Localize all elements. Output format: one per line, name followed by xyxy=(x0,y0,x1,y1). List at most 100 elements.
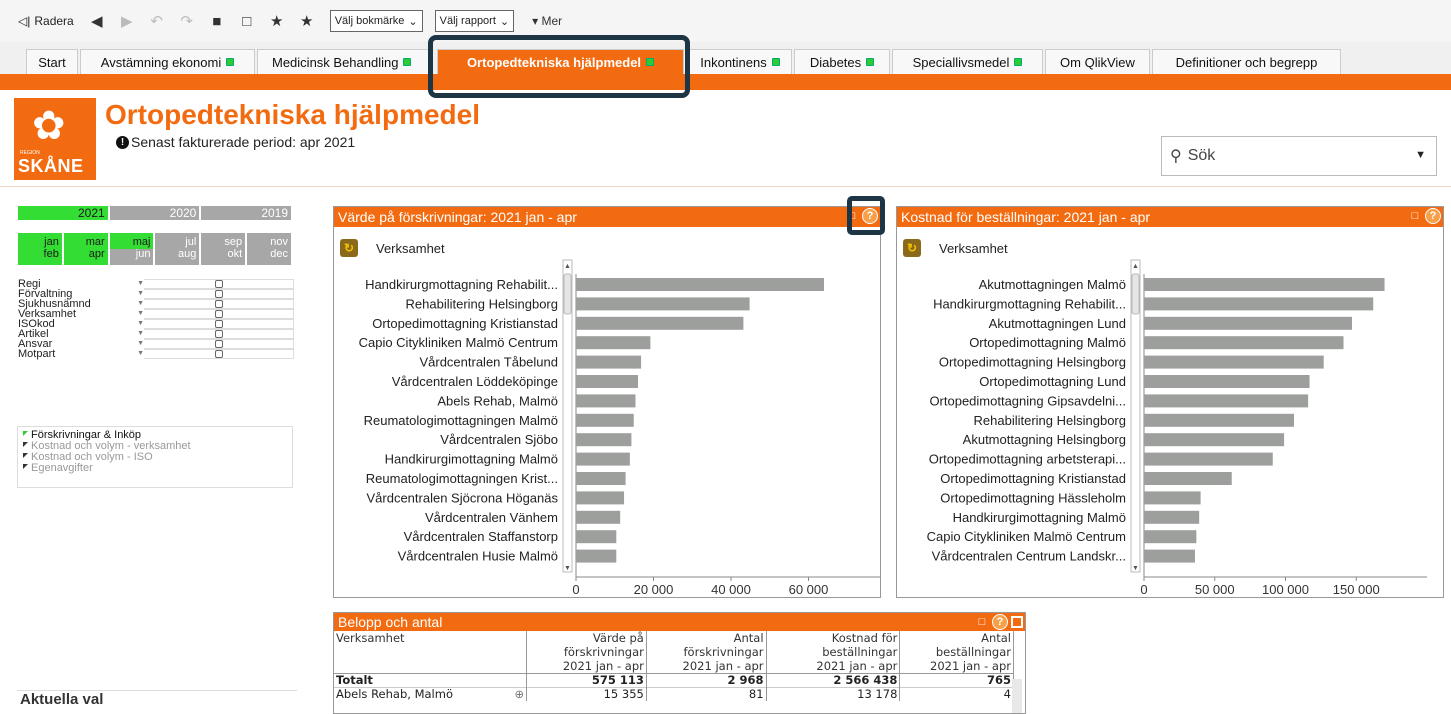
redo-icon[interactable]: ↷ xyxy=(176,10,198,32)
expand-icon[interactable]: ⊕ xyxy=(515,688,525,701)
bar[interactable] xyxy=(576,530,617,544)
bar[interactable] xyxy=(576,433,632,447)
bar[interactable] xyxy=(1144,413,1294,427)
dropdown-icon[interactable]: ▼ xyxy=(137,349,144,359)
year-item[interactable]: 2020 xyxy=(109,206,200,220)
year-item[interactable]: 2021 xyxy=(18,206,108,220)
bar[interactable] xyxy=(576,491,625,505)
month-item[interactable]: sep okt xyxy=(201,233,246,265)
column-header[interactable]: Antal beställningar 2021 jan - apr xyxy=(899,631,1014,674)
month-item[interactable]: jul aug xyxy=(155,233,200,265)
add-bookmark-icon[interactable]: ★ xyxy=(266,10,288,32)
bar[interactable] xyxy=(1144,472,1232,485)
column-header[interactable]: Antal förskrivningar 2021 jan - apr xyxy=(646,631,767,674)
bar[interactable] xyxy=(576,549,617,563)
bar[interactable] xyxy=(1144,375,1310,388)
dropdown-icon[interactable]: ▼ xyxy=(137,299,144,309)
undo-icon[interactable]: ↶ xyxy=(146,10,168,32)
maximize-icon[interactable] xyxy=(1011,616,1023,628)
report-select-label: Välj rapport xyxy=(439,15,496,27)
bookmark-icon[interactable]: ★ xyxy=(296,10,318,32)
checkbox[interactable] xyxy=(214,350,223,358)
back-icon[interactable]: ◀ xyxy=(86,10,108,32)
filter-row[interactable]: ISOkod ▼ xyxy=(18,319,294,330)
column-header[interactable]: Verksamhet xyxy=(334,631,528,674)
lock-icon[interactable]: ■ xyxy=(206,10,228,32)
bar[interactable] xyxy=(576,452,630,466)
bar[interactable] xyxy=(1144,278,1385,291)
checkbox[interactable] xyxy=(214,330,223,338)
month-item[interactable]: mar apr xyxy=(63,233,108,265)
bar[interactable] xyxy=(1144,510,1200,524)
column-header[interactable]: Kostnad för beställningar 2021 jan - apr xyxy=(766,631,901,674)
checkbox[interactable] xyxy=(214,300,223,308)
month-item[interactable]: maj jun xyxy=(109,233,154,265)
bar[interactable] xyxy=(1144,491,1201,505)
tab-om-qlikview[interactable]: Om QlikView xyxy=(1045,49,1150,74)
tab-label: Inkontinens xyxy=(700,54,767,70)
bar[interactable] xyxy=(1144,433,1285,447)
bar[interactable] xyxy=(576,375,638,388)
checkbox[interactable] xyxy=(214,320,223,328)
dropdown-icon[interactable]: ▼ xyxy=(137,339,144,349)
bar[interactable] xyxy=(576,278,824,291)
filter-row[interactable]: Ansvar ▼ xyxy=(18,339,294,350)
help-icon[interactable]: ? xyxy=(992,614,1008,630)
clear-selection-icon[interactable]: □ xyxy=(975,614,989,630)
bar[interactable] xyxy=(1144,452,1273,466)
bar[interactable] xyxy=(576,297,750,311)
bar[interactable] xyxy=(1144,297,1374,311)
bar[interactable] xyxy=(1144,316,1353,330)
tab-avstamning-ekonomi[interactable]: Avstämning ekonomi xyxy=(80,49,255,74)
tab-definitioner[interactable]: Definitioner och begrepp xyxy=(1152,49,1341,74)
bookmark-select[interactable]: Välj bokmärke ⌄ xyxy=(329,10,423,32)
column-header[interactable]: Värde på förskrivningar 2021 jan - apr xyxy=(526,631,647,674)
dropdown-icon[interactable]: ▼ xyxy=(137,279,144,289)
checkbox[interactable] xyxy=(214,340,223,348)
checkbox[interactable] xyxy=(214,290,223,298)
filter-row[interactable]: Artikel ▼ xyxy=(18,329,294,340)
month-label: sep xyxy=(224,236,243,248)
bar[interactable] xyxy=(1144,530,1197,544)
forward-icon[interactable]: ▶ xyxy=(116,10,138,32)
checkbox[interactable] xyxy=(214,310,223,318)
view-item[interactable]: Egenavgifter xyxy=(21,463,289,474)
bar[interactable] xyxy=(1144,336,1344,350)
dropdown-icon[interactable]: ▼ xyxy=(137,329,144,339)
tab-speciallivsmedel[interactable]: Speciallivsmedel xyxy=(892,49,1043,74)
bar[interactable] xyxy=(576,413,634,427)
bar[interactable] xyxy=(1144,394,1309,408)
checkbox[interactable] xyxy=(214,280,223,288)
bar[interactable] xyxy=(576,336,651,350)
year-item[interactable]: 2019 xyxy=(201,206,292,220)
bar[interactable] xyxy=(1144,355,1324,369)
dropdown-icon[interactable]: ▼ xyxy=(137,289,144,299)
clear-selection-icon[interactable]: □ xyxy=(1408,208,1422,224)
unlock-icon[interactable]: □ xyxy=(236,10,258,32)
more-button[interactable]: ▾ Mer xyxy=(532,14,562,28)
dropdown-icon[interactable]: ▼ xyxy=(137,309,144,319)
bar[interactable] xyxy=(576,316,744,330)
header-line: 2021 jan - apr xyxy=(930,659,1011,673)
tab-medicinsk-behandling[interactable]: Medicinsk Behandling xyxy=(257,49,429,74)
filter-row[interactable]: Motpart ▼ xyxy=(18,349,294,360)
clear-button[interactable]: ◁| Radera xyxy=(14,10,78,32)
tab-inkontinens[interactable]: Inkontinens xyxy=(688,49,792,74)
tab-diabetes[interactable]: Diabetes xyxy=(794,49,890,74)
tab-start[interactable]: Start xyxy=(26,49,78,74)
search-box[interactable]: ⚲ Sök ▼ xyxy=(1161,136,1437,176)
scroll-down-icon: ▼ xyxy=(564,565,571,572)
bar[interactable] xyxy=(576,472,626,485)
report-select[interactable]: Välj rapport ⌄ xyxy=(434,10,515,32)
help-icon[interactable]: ? xyxy=(1425,208,1441,224)
bar[interactable] xyxy=(576,355,642,369)
table-row[interactable]: Abels Rehab, Malmö ⊕ 15 355 81 13 178 4 xyxy=(334,687,1014,701)
bar[interactable] xyxy=(1144,549,1195,563)
table-scrollbar[interactable] xyxy=(1012,679,1022,713)
month-item[interactable]: nov dec xyxy=(247,233,291,265)
filter-row[interactable]: Verksamhet ▼ xyxy=(18,309,294,320)
bar[interactable] xyxy=(576,394,636,408)
dropdown-icon[interactable]: ▼ xyxy=(137,319,144,329)
bar[interactable] xyxy=(576,510,621,524)
month-item[interactable]: jan feb xyxy=(18,233,62,265)
